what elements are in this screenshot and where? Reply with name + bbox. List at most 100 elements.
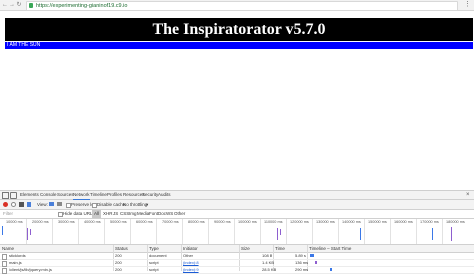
overview-tick: 60000 ms — [136, 220, 153, 224]
overview-tick: 180000 ms — [446, 220, 465, 224]
filter-type-img[interactable]: Img — [129, 210, 137, 218]
request-size: 108 B — [262, 253, 273, 258]
request-time: 5.89 s — [295, 253, 306, 258]
request-size: 1.4 KB — [262, 260, 275, 265]
tab-profiles[interactable]: Profiles — [107, 191, 122, 199]
grid-line — [78, 219, 79, 244]
subtitle-text: I AM THE SUN — [7, 42, 41, 48]
overview-icon[interactable] — [57, 202, 62, 206]
table-row[interactable]: main.js 200 script (index):8 1.4 KB 136 … — [0, 260, 474, 267]
chevron-down-icon[interactable]: ▾ — [146, 200, 148, 209]
grid-line — [234, 219, 235, 244]
overview-request-bar — [432, 228, 433, 240]
tab-timeline[interactable]: Timeline — [90, 191, 107, 199]
record-icon[interactable] — [3, 202, 8, 207]
col-type[interactable]: Type — [149, 245, 159, 252]
clear-icon[interactable] — [11, 202, 16, 207]
filter-type-font[interactable]: Font — [149, 210, 158, 218]
col-status[interactable]: Status — [115, 245, 128, 252]
tab-network[interactable]: Network — [73, 191, 90, 200]
col-name[interactable]: Name — [2, 245, 14, 252]
device-mode-icon[interactable] — [10, 192, 17, 199]
request-initiator[interactable]: (index):9 — [183, 267, 199, 273]
grid-line — [390, 219, 391, 244]
overview-tick: 50000 ms — [110, 220, 127, 224]
filter-type-xhr[interactable]: XHR — [103, 210, 113, 218]
filter-type-doc[interactable]: Doc — [158, 210, 166, 218]
filter-input[interactable]: Filter — [3, 210, 13, 218]
filter-type-all[interactable]: All — [92, 210, 102, 218]
browser-toolbar: ← → ↻ https://experimenting-gianinof19.c… — [0, 0, 474, 11]
table-row[interactable]: /client/js/lib/jquery.min.js 200 script … — [0, 267, 474, 274]
tab-console[interactable]: Console — [40, 191, 57, 199]
col-timeline[interactable]: Timeline – Start Time — [309, 245, 351, 252]
grid-line — [104, 219, 105, 244]
filter-type-css[interactable]: CSS — [120, 210, 129, 218]
forward-arrow-icon[interactable]: → — [9, 2, 15, 8]
large-rows-icon[interactable] — [49, 202, 54, 206]
request-name: sticklords — [9, 253, 26, 258]
back-arrow-icon[interactable]: ← — [2, 2, 8, 8]
overview-request-bar — [2, 226, 3, 235]
request-type: script — [149, 260, 159, 265]
request-name: main.js — [9, 260, 22, 265]
tab-sources[interactable]: Sources — [57, 191, 74, 199]
grid-line — [52, 219, 53, 244]
grid-line — [364, 219, 365, 244]
grid-line — [156, 219, 157, 244]
hide-data-urls-label: Hide data URLs — [63, 211, 95, 216]
grid-line — [286, 219, 287, 244]
overview-tick: 10000 ms — [6, 220, 23, 224]
grid-line — [182, 219, 183, 244]
grid-line — [442, 219, 443, 244]
overview-tick: 170000 ms — [420, 220, 439, 224]
tab-security[interactable]: Security — [142, 191, 158, 199]
disable-cache-label: Disable cache — [97, 202, 126, 207]
devtools-panel: Elements Console Sources Network Timelin… — [0, 190, 474, 274]
col-time[interactable]: Time — [275, 245, 285, 252]
filter-bar: Filter Hide data URLs All XHR JS CSS Img… — [0, 210, 474, 219]
filter-type-other[interactable]: Other — [174, 210, 185, 218]
close-devtools-icon[interactable]: × — [466, 191, 470, 199]
request-initiator[interactable]: (index):8 — [183, 260, 199, 266]
filter-icon[interactable] — [27, 202, 31, 207]
col-initiator[interactable]: Initiator — [183, 245, 198, 252]
request-name: /client/js/lib/jquery.min.js — [9, 267, 52, 272]
overview-tick: 160000 ms — [394, 220, 413, 224]
throttling-select[interactable]: No throttling — [123, 200, 147, 209]
view-label: View: — [37, 202, 48, 207]
grid-line — [208, 219, 209, 244]
url-text: https://experimenting-gianinof19.c9.io — [36, 3, 128, 9]
overview-tick: 100000 ms — [238, 220, 257, 224]
network-toolbar: View: Preserve log Disable cache No thro… — [0, 200, 474, 210]
request-initiator: Other — [183, 253, 194, 258]
request-status: 200 — [115, 253, 122, 258]
request-status: 200 — [115, 260, 122, 265]
overview-request-bar — [360, 228, 361, 240]
tab-elements[interactable]: Elements — [20, 191, 39, 199]
grid-line — [338, 219, 339, 244]
overview-request-bar — [280, 229, 281, 235]
inspect-icon[interactable] — [2, 192, 9, 199]
address-bar[interactable]: https://experimenting-gianinof19.c9.io — [26, 1, 458, 11]
camera-icon[interactable] — [19, 202, 24, 207]
reload-icon[interactable]: ↻ — [16, 2, 22, 8]
tab-audits[interactable]: Audits — [158, 191, 171, 199]
request-status: 200 — [115, 267, 122, 272]
request-size: 28.5 KB — [262, 267, 277, 272]
lock-icon — [29, 3, 33, 8]
script-icon — [2, 268, 7, 274]
overview-tick: 140000 ms — [342, 220, 361, 224]
request-type: document — [149, 253, 167, 258]
overview-tick: 40000 ms — [84, 220, 101, 224]
browser-menu-icon[interactable]: ⋮ — [464, 1, 471, 9]
filter-type-js[interactable]: JS — [113, 210, 118, 218]
devtools-tabbar: Elements Console Sources Network Timelin… — [0, 191, 474, 200]
filter-type-ws[interactable]: WS — [166, 210, 173, 218]
col-size[interactable]: Size — [241, 245, 250, 252]
overview-tick: 70000 ms — [162, 220, 179, 224]
filter-type-media[interactable]: Media — [137, 210, 149, 218]
table-row[interactable]: sticklords 200 document Other 108 B 5.89… — [0, 253, 474, 260]
network-overview[interactable]: 10000 ms 20000 ms 30000 ms 40000 ms 5000… — [0, 219, 474, 245]
overview-tick: 20000 ms — [32, 220, 49, 224]
